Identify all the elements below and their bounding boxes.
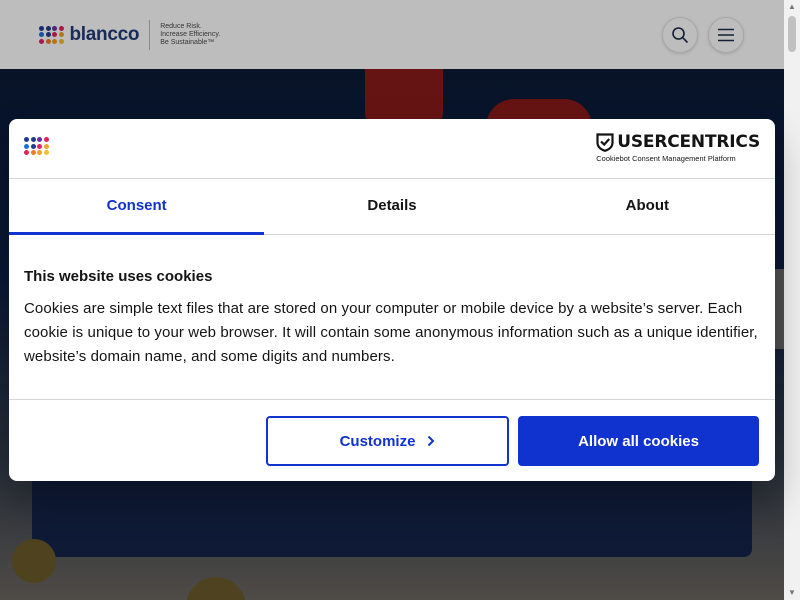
dialog-header: USERCENTRICS Cookiebot Consent Managemen…: [9, 119, 775, 179]
usercentrics-subtitle: Cookiebot Consent Management Platform: [596, 154, 736, 163]
customize-button-label: Customize: [339, 432, 416, 450]
logo-dot: [24, 150, 29, 155]
site-logo-icon: [24, 137, 49, 155]
scroll-up-arrow-icon[interactable]: ▲: [784, 0, 800, 14]
dialog-body: This website uses cookies Cookies are si…: [9, 235, 775, 400]
logo-dot: [37, 137, 42, 142]
logo-dot: [24, 137, 29, 142]
cookie-consent-dialog: USERCENTRICS Cookiebot Consent Managemen…: [9, 119, 775, 481]
tab-about[interactable]: About: [520, 179, 775, 234]
chevron-right-icon: [427, 435, 435, 447]
logo-dot: [37, 150, 42, 155]
logo-dot: [30, 143, 36, 149]
usercentrics-brand[interactable]: USERCENTRICS Cookiebot Consent Managemen…: [596, 132, 760, 163]
scroll-down-arrow-icon[interactable]: ▼: [784, 586, 800, 600]
logo-dot: [37, 143, 42, 149]
logo-dot: [43, 137, 49, 142]
logo-dot: [30, 137, 36, 142]
usercentrics-name: USERCENTRICS: [617, 132, 760, 152]
dialog-description: Cookies are simple text files that are s…: [24, 300, 758, 365]
logo-dot: [24, 143, 29, 149]
usercentrics-shield-icon: [596, 132, 614, 152]
customize-button[interactable]: Customize: [266, 416, 509, 466]
dialog-tabs: Consent Details About: [9, 179, 775, 235]
page-scrollbar[interactable]: ▲ ▼: [784, 0, 800, 600]
scrollbar-thumb[interactable]: [788, 16, 796, 52]
dialog-title: This website uses cookies: [24, 268, 213, 285]
dialog-footer: Customize Allow all cookies: [9, 400, 775, 480]
tab-consent[interactable]: Consent: [9, 179, 265, 235]
tab-details[interactable]: Details: [264, 179, 519, 234]
logo-dot: [30, 150, 36, 155]
allow-all-cookies-button[interactable]: Allow all cookies: [518, 416, 759, 466]
logo-dot: [43, 143, 49, 149]
logo-dot: [43, 150, 49, 155]
